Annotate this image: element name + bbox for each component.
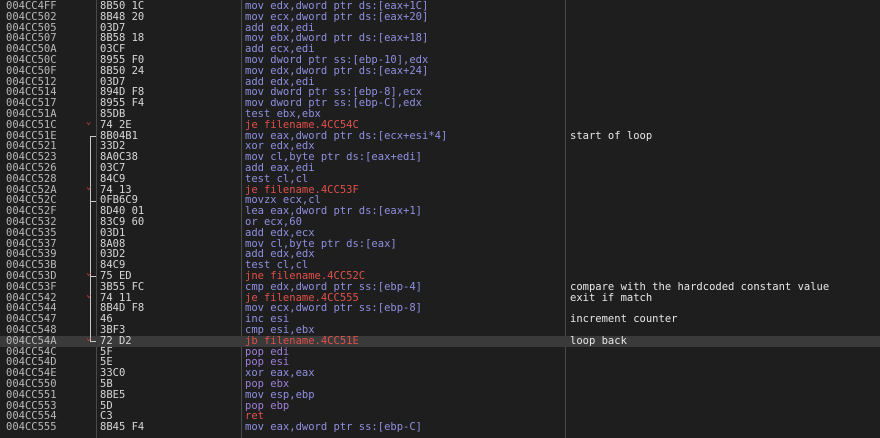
instruction-row[interactable]: 004CC54D 5E pop esi bbox=[0, 357, 880, 368]
bytes-cell[interactable]: 74 2E bbox=[100, 119, 132, 131]
instruction-row[interactable]: 004CC532 83C9 60 or ecx,60 bbox=[0, 217, 880, 228]
jump-marker-icon: ⌄ bbox=[86, 181, 92, 192]
instruction-row[interactable]: 004CC555 8B45 F4 mov eax,dword ptr ss:[ebp… bbox=[0, 422, 880, 433]
bytes-cell[interactable]: 3B55 FC bbox=[100, 281, 144, 293]
address-cell[interactable]: 004CC555 bbox=[6, 422, 57, 433]
instruction-row[interactable]: 004CC54E 33C0 xor eax,eax bbox=[0, 368, 880, 379]
instruction-cell[interactable]: je filename.4CC54C bbox=[245, 119, 359, 131]
instruction-row[interactable]: 004CC537 8A08 mov cl,byte ptr ds:[eax] bbox=[0, 238, 880, 250]
comment-cell[interactable]: exit if match bbox=[570, 292, 652, 304]
bytes-cell[interactable]: 8B50 24 bbox=[100, 65, 144, 77]
instruction-row[interactable]: 004CC553 5D pop ebp bbox=[0, 400, 880, 412]
instruction-row[interactable]: 004CC51C 74 2E je filename.4CC54C bbox=[0, 119, 880, 131]
instruction-row[interactable]: 004CC547 46 inc esi increment counter bbox=[0, 314, 880, 325]
instruction-row[interactable]: 004CC539 03D2 add edx,edx bbox=[0, 249, 880, 260]
instruction-row[interactable]: 004CC526 03C7 add eax,edi bbox=[0, 163, 880, 174]
address-cell[interactable]: 004CC551 bbox=[6, 389, 57, 401]
instruction-cell[interactable]: mov esp,ebp bbox=[245, 389, 315, 401]
instruction-row[interactable]: 004CC53B 84C9 test cl,cl bbox=[0, 260, 880, 271]
disassembly-view[interactable]: 004CC4FF 8B50 1C mov edx,dword ptr ds:[eax… bbox=[0, 0, 880, 438]
instruction-cell[interactable]: add edx,ecx bbox=[245, 227, 315, 239]
comment-cell[interactable]: start of loop bbox=[570, 130, 652, 142]
instruction-cell[interactable]: mov edx,dword ptr ds:[eax+24] bbox=[245, 65, 428, 77]
bytes-cell[interactable]: 8BE5 bbox=[100, 389, 125, 401]
instruction-row[interactable]: 004CC51A 85DB test ebx,ebx bbox=[0, 109, 880, 120]
address-cell[interactable]: 004CC50F bbox=[6, 65, 57, 77]
instruction-row[interactable]: 004CC550 5B pop ebx bbox=[0, 379, 880, 390]
instruction-row[interactable]: 004CC544 8B4D F8 mov ecx,dword ptr ss:[ebp… bbox=[0, 303, 880, 314]
instruction-cell[interactable]: jb filename.4CC51E bbox=[245, 335, 359, 347]
bytes-cell[interactable]: 8B45 F4 bbox=[100, 422, 144, 433]
instruction-cell[interactable]: mov ecx,dword ptr ds:[eax+20] bbox=[245, 11, 428, 23]
instruction-row[interactable]: 004CC548 3BF3 cmp esi,ebx bbox=[0, 325, 880, 336]
jump-arrow-tick bbox=[90, 136, 96, 137]
address-cell[interactable]: 004CC54A bbox=[6, 335, 57, 347]
bytes-cell[interactable]: 84C9 bbox=[100, 173, 125, 185]
comment-cell[interactable]: increment counter bbox=[570, 314, 677, 325]
instruction-row[interactable]: 004CC54C 5F pop edi bbox=[0, 346, 880, 358]
instruction-row[interactable]: 004CC535 03D1 add edx,ecx bbox=[0, 227, 880, 239]
jump-arrow-tick bbox=[90, 200, 96, 202]
instruction-row[interactable]: 004CC50F 8B50 24 mov edx,dword ptr ds:[eax… bbox=[0, 65, 880, 77]
instruction-row[interactable]: 004CC507 8B58 18 mov ebx,dword ptr ds:[eax… bbox=[0, 33, 880, 44]
instruction-cell[interactable]: cmp edx,dword ptr ss:[ebp-4] bbox=[245, 281, 422, 293]
instruction-row[interactable]: 004CC502 8B48 20 mov ecx,dword ptr ds:[eax… bbox=[0, 11, 880, 23]
instruction-row[interactable]: 004CC51E 8B04B1 mov eax,dword ptr ds:[ecx+… bbox=[0, 130, 880, 142]
bytes-cell[interactable]: 03D1 bbox=[100, 227, 125, 239]
address-cell[interactable]: 004CC502 bbox=[6, 11, 57, 23]
instruction-row[interactable]: 004CC523 8A0C38 mov cl,byte ptr ds:[eax+ed… bbox=[0, 152, 880, 163]
jump-marker-icon: ⌄ bbox=[86, 116, 92, 127]
address-cell[interactable]: 004CC535 bbox=[6, 227, 57, 239]
instruction-row[interactable]: 004CC551 8BE5 mov esp,ebp bbox=[0, 389, 880, 401]
instruction-row[interactable]: 004CC517 8955 F4 mov dword ptr ss:[ebp-C],… bbox=[0, 98, 880, 109]
jump-arrow-line bbox=[90, 200, 91, 277]
instruction-row[interactable]: 004CC54A 72 D2 jb filename.4CC51E loop back bbox=[0, 335, 880, 347]
instruction-row[interactable]: 004CC528 84C9 test cl,cl bbox=[0, 173, 880, 185]
jump-marker-icon: ⌄ bbox=[86, 289, 92, 300]
bytes-cell[interactable]: 8B48 20 bbox=[100, 11, 144, 23]
address-cell[interactable]: 004CC528 bbox=[6, 173, 57, 185]
comment-cell[interactable]: loop back bbox=[570, 335, 627, 347]
address-cell[interactable]: 004CC53F bbox=[6, 281, 57, 293]
jump-marker-icon: ⌄ bbox=[86, 268, 92, 278]
instruction-cell[interactable]: mov eax,dword ptr ss:[ebp-C] bbox=[245, 422, 422, 433]
bytes-cell[interactable]: 72 D2 bbox=[100, 335, 132, 347]
comment-cell[interactable]: compare with the hardcoded constant valu… bbox=[570, 281, 829, 293]
address-cell[interactable]: 004CC51C bbox=[6, 119, 57, 131]
jump-marker-icon: ⌄ bbox=[86, 332, 92, 343]
instruction-cell[interactable]: test cl,cl bbox=[245, 173, 308, 185]
instruction-row[interactable]: 004CC53F 3B55 FC cmp edx,dword ptr ss:[ebp… bbox=[0, 281, 880, 293]
